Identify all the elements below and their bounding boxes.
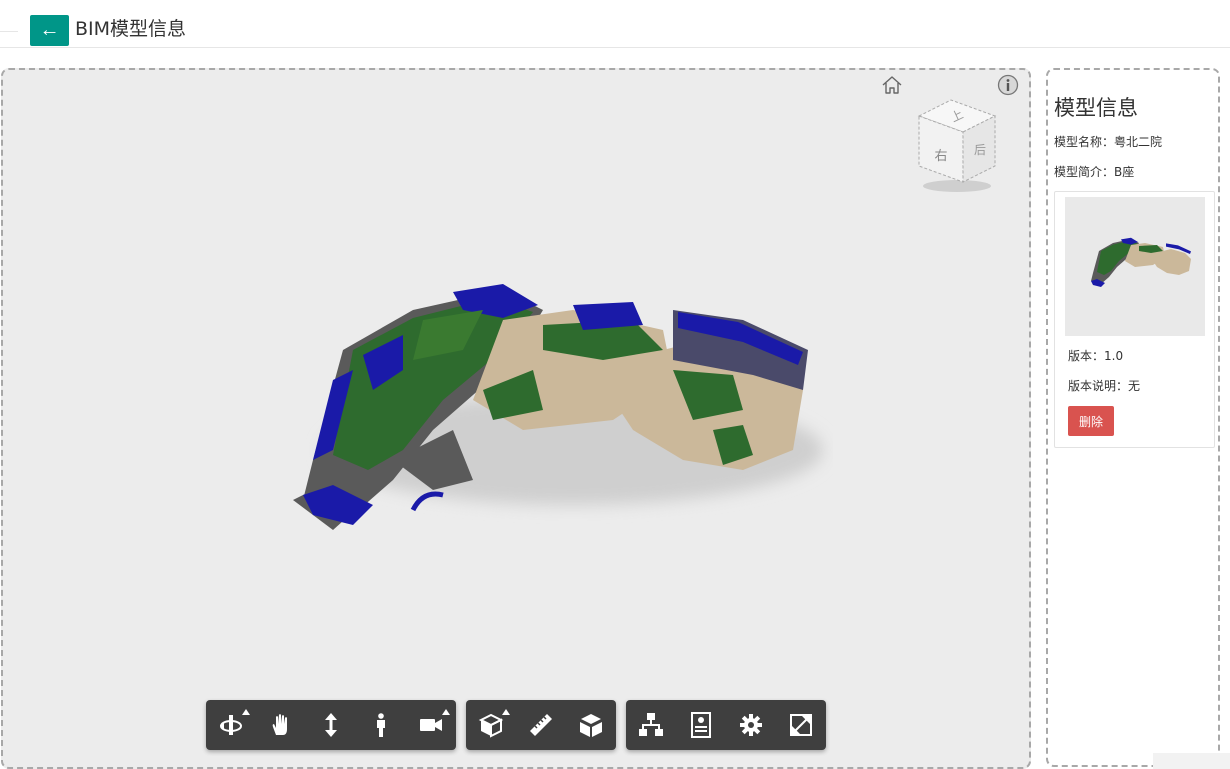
section-box-icon bbox=[478, 713, 504, 738]
version-number: 版本：1.0 bbox=[1068, 349, 1124, 363]
camera-tool[interactable] bbox=[406, 700, 456, 750]
pan-icon bbox=[272, 714, 287, 735]
bim-viewer[interactable]: 上 右 后 bbox=[1, 68, 1031, 769]
camera-submenu-indicator[interactable] bbox=[442, 709, 450, 715]
bim-model-render[interactable] bbox=[273, 280, 833, 530]
section-box-tool[interactable] bbox=[466, 700, 516, 750]
properties-icon bbox=[691, 712, 711, 738]
view-cube[interactable]: 上 右 后 bbox=[911, 98, 1001, 196]
settings-icon bbox=[740, 714, 762, 736]
fullscreen-icon bbox=[790, 714, 812, 736]
measure-icon bbox=[530, 714, 552, 736]
model-info-panel: 模型信息 模型名称：粤北二院 模型简介：B座 版本：1.0 版本说明：无 删除 bbox=[1046, 68, 1220, 767]
navigation-toolbar bbox=[206, 700, 456, 750]
version-description: 版本说明：无 bbox=[1068, 379, 1141, 393]
delete-button[interactable]: 删除 bbox=[1068, 406, 1114, 436]
zoom-icon bbox=[325, 713, 337, 737]
back-button[interactable]: ← bbox=[30, 15, 69, 46]
orbit-icon bbox=[220, 715, 242, 735]
model-thumbnail[interactable] bbox=[1065, 197, 1205, 336]
viewcube-front-label[interactable]: 右 bbox=[934, 149, 947, 164]
model-tree-tool[interactable] bbox=[626, 700, 676, 750]
measure-tool[interactable] bbox=[516, 700, 566, 750]
home-icon[interactable] bbox=[881, 75, 903, 95]
explode-tool[interactable] bbox=[566, 700, 616, 750]
info-icon[interactable] bbox=[997, 74, 1019, 96]
page-title: BIM模型信息 bbox=[75, 18, 187, 40]
pan-tool[interactable] bbox=[256, 700, 306, 750]
model-toolbar bbox=[626, 700, 826, 750]
model-name: 模型名称：粤北二院 bbox=[1054, 135, 1163, 149]
explode-icon bbox=[580, 714, 602, 737]
version-card: 版本：1.0 版本说明：无 删除 bbox=[1054, 191, 1215, 448]
fullscreen-tool[interactable] bbox=[776, 700, 826, 750]
header-divider bbox=[0, 31, 18, 32]
settings-tool[interactable] bbox=[726, 700, 776, 750]
model-tree-icon bbox=[639, 713, 663, 736]
properties-tool[interactable] bbox=[676, 700, 726, 750]
corner-box bbox=[1153, 753, 1230, 769]
panel-title: 模型信息 bbox=[1054, 96, 1138, 120]
section-submenu-indicator[interactable] bbox=[502, 709, 510, 715]
model-intro: 模型简介：B座 bbox=[1054, 165, 1135, 179]
first-person-tool[interactable] bbox=[356, 700, 406, 750]
zoom-tool[interactable] bbox=[306, 700, 356, 750]
analysis-toolbar bbox=[466, 700, 616, 750]
page-header: ← BIM模型信息 bbox=[0, 0, 1230, 48]
first-person-icon bbox=[377, 713, 385, 737]
arrow-left-icon: ← bbox=[39, 19, 60, 41]
orbit-tool[interactable] bbox=[206, 700, 256, 750]
orbit-submenu-indicator[interactable] bbox=[242, 709, 250, 715]
viewcube-side-label[interactable]: 后 bbox=[974, 143, 986, 157]
camera-icon bbox=[420, 719, 442, 731]
